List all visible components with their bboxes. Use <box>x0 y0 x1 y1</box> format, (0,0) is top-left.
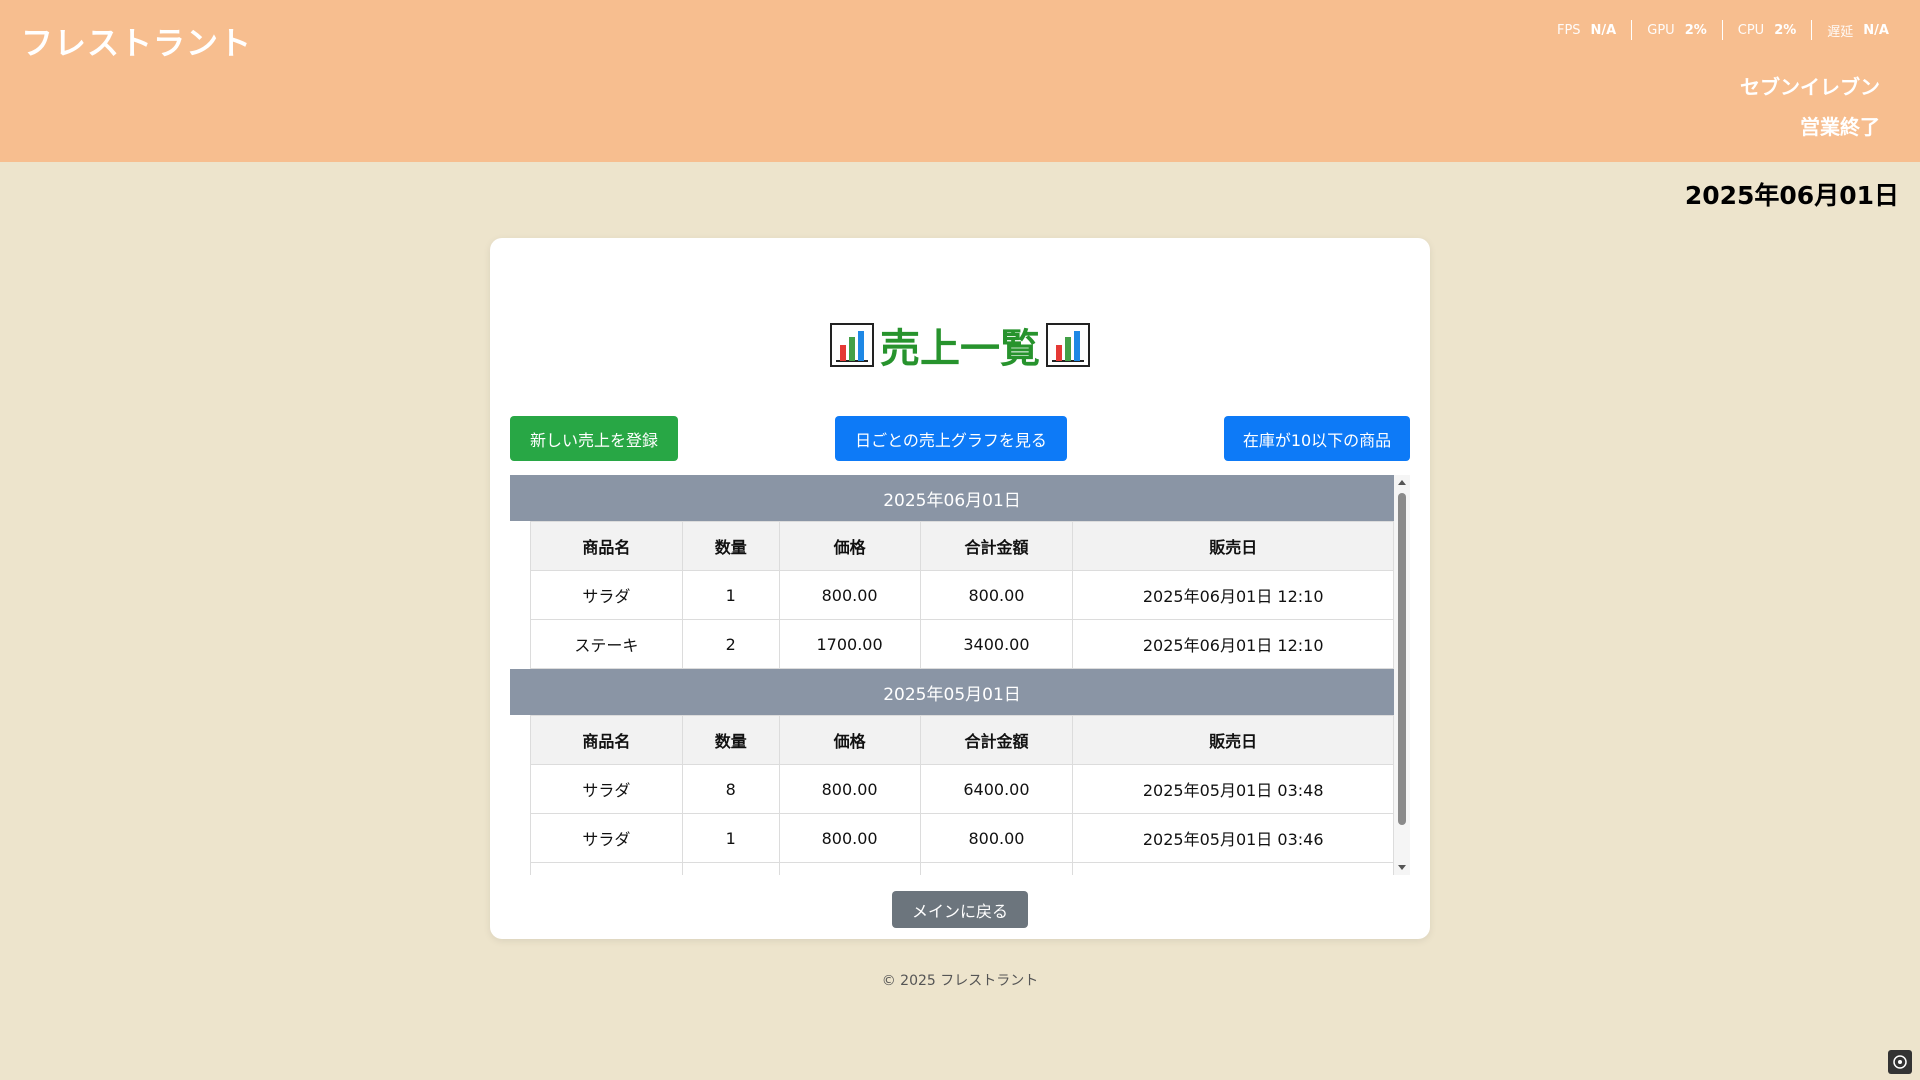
stat-fps: FPS N/A <box>1542 20 1631 40</box>
bar-chart-icon <box>1046 323 1090 367</box>
stat-cpu: CPU 2% <box>1721 20 1812 40</box>
page-title-text: 売上一覧 <box>880 326 1040 372</box>
settings-corner-icon[interactable] <box>1888 1050 1912 1074</box>
cell-quantity: 1 <box>681 570 780 620</box>
new-sale-button[interactable]: 新しい売上を登録 <box>510 416 678 461</box>
scrollbar-thumb[interactable] <box>1398 493 1406 825</box>
table-header-row: 商品名 数量 価格 合計金額 販売日 <box>530 521 1394 571</box>
cell-sale-date: 2025年05月01日 03:48 <box>1072 764 1394 814</box>
scroll-up-arrow-icon[interactable] <box>1398 480 1406 485</box>
table-row: サラダ 8 800.00 6400.00 2025年05月01日 03:48 <box>530 764 1394 814</box>
stat-label: FPS <box>1556 22 1581 38</box>
cell-total: 800.00 <box>919 813 1074 863</box>
col-sale-date: 販売日 <box>1072 715 1394 765</box>
stat-value: N/A <box>1590 22 1617 38</box>
cell-quantity: 8 <box>681 764 780 814</box>
cell-quantity: 1 <box>681 813 780 863</box>
cell-product: サラダ <box>530 813 683 863</box>
store-name: セブンイレブン <box>1740 75 1880 99</box>
business-status: 営業終了 <box>1800 115 1880 139</box>
cell-price: 800.00 <box>778 764 921 814</box>
table-header-row: 商品名 数量 価格 合計金額 販売日 <box>530 715 1394 765</box>
stat-value: 2% <box>1684 22 1707 38</box>
sales-card: 売上一覧 新しい売上を登録 日ごとの売上グラフを見る 在庫が10以下の商品 20… <box>490 238 1430 939</box>
performance-stats: FPS N/A GPU 2% CPU 2% 遅延 N/A <box>1542 20 1904 40</box>
table-row-partial <box>530 862 1394 875</box>
sales-table: 商品名 数量 価格 合計金額 販売日 サラダ 1 800.00 800.00 2… <box>530 521 1394 669</box>
cell-total: 3400.00 <box>919 619 1074 669</box>
stat-gpu: GPU 2% <box>1631 20 1722 40</box>
back-to-main-button[interactable]: メインに戻る <box>892 891 1028 928</box>
stat-label: CPU <box>1737 22 1765 38</box>
current-date: 2025年06月01日 <box>1684 181 1899 210</box>
table-row: サラダ 1 800.00 800.00 2025年06月01日 12:10 <box>530 570 1394 620</box>
cell-quantity: 2 <box>681 619 780 669</box>
table-row: サラダ 1 800.00 800.00 2025年05月01日 03:46 <box>530 813 1394 863</box>
cell-product: ステーキ <box>530 619 683 669</box>
cell-total: 6400.00 <box>919 764 1074 814</box>
date-group-header: 2025年05月01日 <box>510 669 1394 715</box>
date-group-header: 2025年06月01日 <box>510 475 1394 521</box>
table-row: ステーキ 2 1700.00 3400.00 2025年06月01日 12:10 <box>530 619 1394 669</box>
vertical-scrollbar[interactable] <box>1394 475 1410 875</box>
daily-graph-button[interactable]: 日ごとの売上グラフを見る <box>835 416 1067 461</box>
scroll-down-arrow-icon[interactable] <box>1398 865 1406 870</box>
col-total: 合計金額 <box>919 715 1074 765</box>
col-price: 価格 <box>778 521 921 571</box>
footer-copyright: © 2025 フレストラント <box>881 973 1039 989</box>
col-quantity: 数量 <box>681 715 780 765</box>
cell-product: サラダ <box>530 764 683 814</box>
brand-title[interactable]: フレストラント <box>21 18 252 64</box>
top-header: フレストラント FPS N/A GPU 2% CPU 2% 遅延 N/A セブンイレブン… <box>0 0 1920 162</box>
stat-latency: 遅延 N/A <box>1811 20 1904 40</box>
cell-price: 800.00 <box>778 813 921 863</box>
low-stock-button[interactable]: 在庫が10以下の商品 <box>1224 416 1410 461</box>
stat-value: 2% <box>1774 22 1797 38</box>
sales-list: 2025年06月01日 商品名 数量 価格 合計金額 販売日 サラダ 1 800… <box>510 475 1394 875</box>
page-title: 売上一覧 <box>490 316 1430 374</box>
cell-sale-date: 2025年06月01日 12:10 <box>1072 570 1394 620</box>
stat-label: GPU <box>1647 22 1675 38</box>
col-total: 合計金額 <box>919 521 1074 571</box>
cell-total: 800.00 <box>919 570 1074 620</box>
col-price: 価格 <box>778 715 921 765</box>
cell-product: サラダ <box>530 570 683 620</box>
col-quantity: 数量 <box>681 521 780 571</box>
sales-table: 商品名 数量 価格 合計金額 販売日 サラダ 8 800.00 6400.00 … <box>530 715 1394 875</box>
sales-list-scroll[interactable]: 2025年06月01日 商品名 数量 価格 合計金額 販売日 サラダ 1 800… <box>510 475 1410 875</box>
bar-chart-icon <box>830 323 874 367</box>
stat-value: N/A <box>1863 22 1889 38</box>
col-product: 商品名 <box>530 715 683 765</box>
cell-sale-date: 2025年05月01日 03:46 <box>1072 813 1394 863</box>
stat-label: 遅延 <box>1827 24 1854 40</box>
cell-price: 1700.00 <box>778 619 921 669</box>
col-product: 商品名 <box>530 521 683 571</box>
target-icon <box>1893 1055 1907 1069</box>
cell-price: 800.00 <box>778 570 921 620</box>
col-sale-date: 販売日 <box>1072 521 1394 571</box>
cell-sale-date: 2025年06月01日 12:10 <box>1072 619 1394 669</box>
